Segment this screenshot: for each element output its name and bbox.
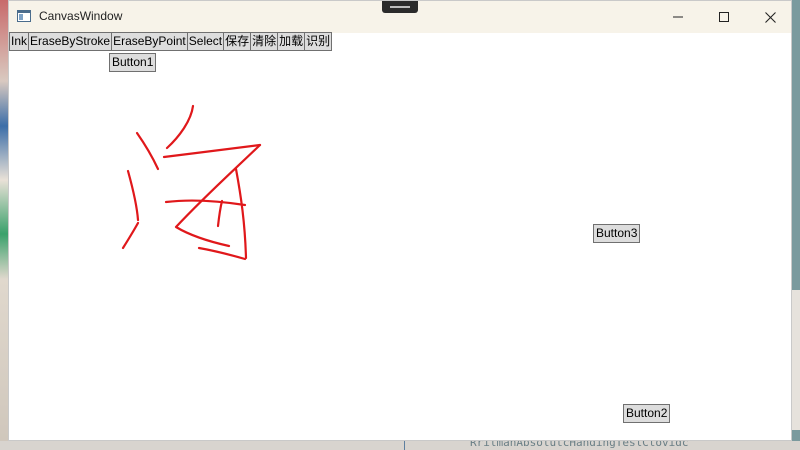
ink-canvas[interactable]: Button1 Button3 Button2: [9, 51, 791, 440]
maximize-icon: [719, 12, 729, 22]
load-button[interactable]: 加载: [277, 32, 306, 51]
clear-button[interactable]: 清除: [250, 32, 279, 51]
button2[interactable]: Button2: [623, 404, 671, 423]
erase-by-stroke-button[interactable]: EraseByStroke: [28, 32, 113, 51]
ink-stroke: [126, 169, 140, 222]
snap-handle[interactable]: [382, 1, 418, 13]
ink-stroke: [197, 246, 247, 261]
select-mode-button[interactable]: Select: [186, 32, 225, 51]
ink-stroke: [165, 104, 195, 150]
ink-stroke: [164, 199, 247, 207]
window-app-icon: [17, 10, 31, 22]
maximize-button[interactable]: [701, 1, 747, 33]
erase-by-point-button[interactable]: EraseByPoint: [111, 32, 188, 51]
ink-stroke: [216, 199, 224, 228]
button3[interactable]: Button3: [593, 224, 641, 243]
ink-stroke: [121, 221, 140, 250]
ink-stroke: [234, 167, 248, 260]
close-icon: [764, 11, 776, 23]
close-button[interactable]: [747, 1, 793, 33]
window-title: CanvasWindow: [39, 9, 123, 23]
desktop-divider: [404, 441, 405, 450]
minimize-icon: [673, 16, 683, 18]
recognize-button[interactable]: 识别: [304, 32, 333, 51]
toolbar: Ink EraseByStroke EraseByPoint Select 保存…: [9, 32, 333, 51]
ink-stroke: [135, 131, 160, 171]
ink-stroke: [162, 143, 262, 159]
ink-mode-button[interactable]: Ink: [9, 32, 30, 51]
canvas-window: CanvasWindow Ink EraseByStroke EraseByPo…: [8, 0, 792, 441]
button1[interactable]: Button1: [109, 53, 157, 72]
minimize-button[interactable]: [655, 1, 701, 33]
save-button[interactable]: 保存: [223, 32, 252, 51]
title-bar[interactable]: CanvasWindow: [9, 1, 791, 33]
ink-stroke: [174, 143, 262, 248]
